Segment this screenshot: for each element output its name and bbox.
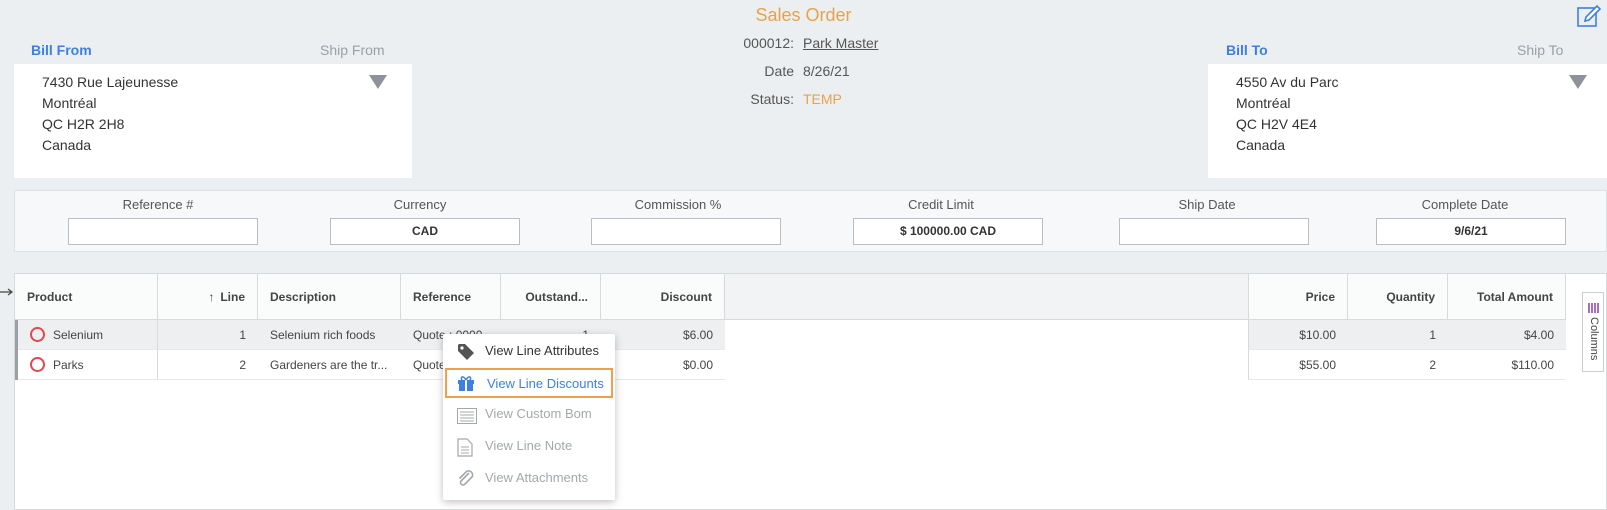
- product-name: Parks: [53, 358, 84, 372]
- table-cell-price[interactable]: $55.00: [1248, 350, 1348, 380]
- address-line: Montréal: [42, 95, 97, 111]
- address-line: 4550 Av du Parc: [1236, 74, 1339, 90]
- field-label: Commission %: [634, 197, 722, 212]
- menu-item-view-custom-bom[interactable]: View Custom Bom: [445, 400, 613, 430]
- table-row-product[interactable]: Selenium: [18, 320, 158, 350]
- column-header-product[interactable]: Product: [15, 274, 158, 320]
- table-cell-quantity[interactable]: 2: [1348, 350, 1448, 380]
- menu-item-label: View Line Discounts: [487, 376, 604, 391]
- column-header-line-label: Line: [220, 290, 245, 304]
- complete-date-field[interactable]: 9/6/21: [1376, 218, 1566, 245]
- field-label: Ship Date: [1178, 197, 1236, 212]
- columns-icon: [1588, 301, 1600, 316]
- ship-date-field[interactable]: [1119, 218, 1309, 245]
- product-name: Selenium: [53, 328, 104, 342]
- address-line: Canada: [42, 137, 92, 153]
- table-row-product[interactable]: Parks: [18, 350, 158, 380]
- column-header-outstanding[interactable]: Outstand...: [501, 274, 601, 320]
- field-label: Credit Limit: [908, 197, 974, 212]
- menu-item-view-line-note[interactable]: View Line Note: [445, 432, 613, 462]
- address-line: 7430 Rue Lajeunesse: [42, 74, 179, 90]
- grid-header-spacer: [725, 274, 1263, 320]
- address-dropdown-icon[interactable]: [1569, 75, 1587, 89]
- address-dropdown-icon[interactable]: [369, 75, 387, 89]
- menu-item-view-line-attributes[interactable]: View Line Attributes: [445, 337, 613, 367]
- field-label: Currency: [393, 197, 447, 212]
- column-header-description[interactable]: Description: [258, 274, 401, 320]
- menu-item-label: View Custom Bom: [485, 406, 592, 421]
- list-icon: [457, 406, 477, 424]
- paperclip-icon: [457, 470, 475, 488]
- arrow-right-icon[interactable]: [0, 285, 14, 296]
- address-line: Montréal: [1236, 95, 1291, 111]
- address-line: QC H2R 2H8: [42, 116, 125, 132]
- currency-field[interactable]: CAD: [330, 218, 520, 245]
- column-header-line[interactable]: ↑ Line: [158, 274, 258, 320]
- table-cell-total[interactable]: $110.00: [1448, 350, 1566, 380]
- menu-item-view-line-discounts[interactable]: View Line Discounts: [445, 368, 613, 398]
- tag-icon: [457, 343, 475, 361]
- field-label: Reference #: [122, 197, 194, 212]
- table-cell-price[interactable]: $10.00: [1248, 320, 1348, 350]
- reference-field[interactable]: [68, 218, 258, 245]
- table-cell-description[interactable]: Gardeners are the tr...: [258, 350, 401, 380]
- menu-item-label: View Line Note: [485, 438, 573, 453]
- table-cell-line[interactable]: 1: [158, 320, 258, 350]
- date-label: Date: [764, 63, 794, 79]
- address-line: Canada: [1236, 137, 1286, 153]
- bill-to-address: 4550 Av du Parc Montréal QC H2V 4E4 Cana…: [1208, 64, 1607, 178]
- credit-limit-field[interactable]: $ 100000.00 CAD: [853, 218, 1043, 245]
- row-context-menu: View Line Attributes View Line Discounts…: [443, 334, 615, 500]
- status-circle-icon: [30, 357, 45, 373]
- order-lines-grid: Product ↑ Line Description Reference Outs…: [14, 273, 1607, 510]
- columns-panel-toggle[interactable]: Columns: [1582, 292, 1604, 372]
- menu-item-label: View Attachments: [485, 470, 589, 485]
- tab-ship-to[interactable]: Ship To: [1517, 42, 1563, 58]
- tab-ship-from[interactable]: Ship From: [320, 42, 385, 58]
- status-circle-icon: [30, 327, 45, 343]
- commission-field[interactable]: [591, 218, 781, 245]
- table-cell-quantity[interactable]: 1: [1348, 320, 1448, 350]
- table-cell-discount[interactable]: $6.00: [601, 320, 725, 350]
- column-header-quantity[interactable]: Quantity: [1348, 274, 1448, 320]
- date-value: 8/26/21: [803, 63, 850, 79]
- column-header-price[interactable]: Price: [1248, 274, 1348, 320]
- bill-from-address: 7430 Rue Lajeunesse Montréal QC H2R 2H8 …: [14, 64, 412, 178]
- sort-ascending-icon: ↑: [208, 290, 215, 304]
- status-badge: TEMP: [803, 91, 842, 107]
- gift-icon: [457, 374, 475, 392]
- table-cell-line[interactable]: 2: [158, 350, 258, 380]
- order-number: 000012:: [743, 35, 794, 51]
- menu-item-view-attachments[interactable]: View Attachments: [445, 464, 613, 494]
- table-cell-description[interactable]: Selenium rich foods: [258, 320, 401, 350]
- columns-tab-label: Columns: [1588, 317, 1600, 361]
- table-cell-discount[interactable]: $0.00: [601, 350, 725, 380]
- address-line: QC H2V 4E4: [1236, 116, 1317, 132]
- column-header-reference[interactable]: Reference: [401, 274, 501, 320]
- status-label: Status:: [750, 91, 794, 107]
- edit-icon[interactable]: [1576, 4, 1602, 30]
- page-title: Sales Order: [755, 5, 852, 25]
- customer-link[interactable]: Park Master: [803, 35, 878, 51]
- field-label: Complete Date: [1421, 197, 1509, 212]
- table-cell-total[interactable]: $4.00: [1448, 320, 1566, 350]
- tab-bill-to[interactable]: Bill To: [1226, 42, 1268, 58]
- document-icon: [457, 438, 475, 457]
- menu-item-label: View Line Attributes: [485, 343, 599, 358]
- tab-bill-from[interactable]: Bill From: [31, 42, 92, 58]
- column-header-discount[interactable]: Discount: [601, 274, 725, 320]
- column-header-total-amount[interactable]: Total Amount: [1448, 274, 1566, 320]
